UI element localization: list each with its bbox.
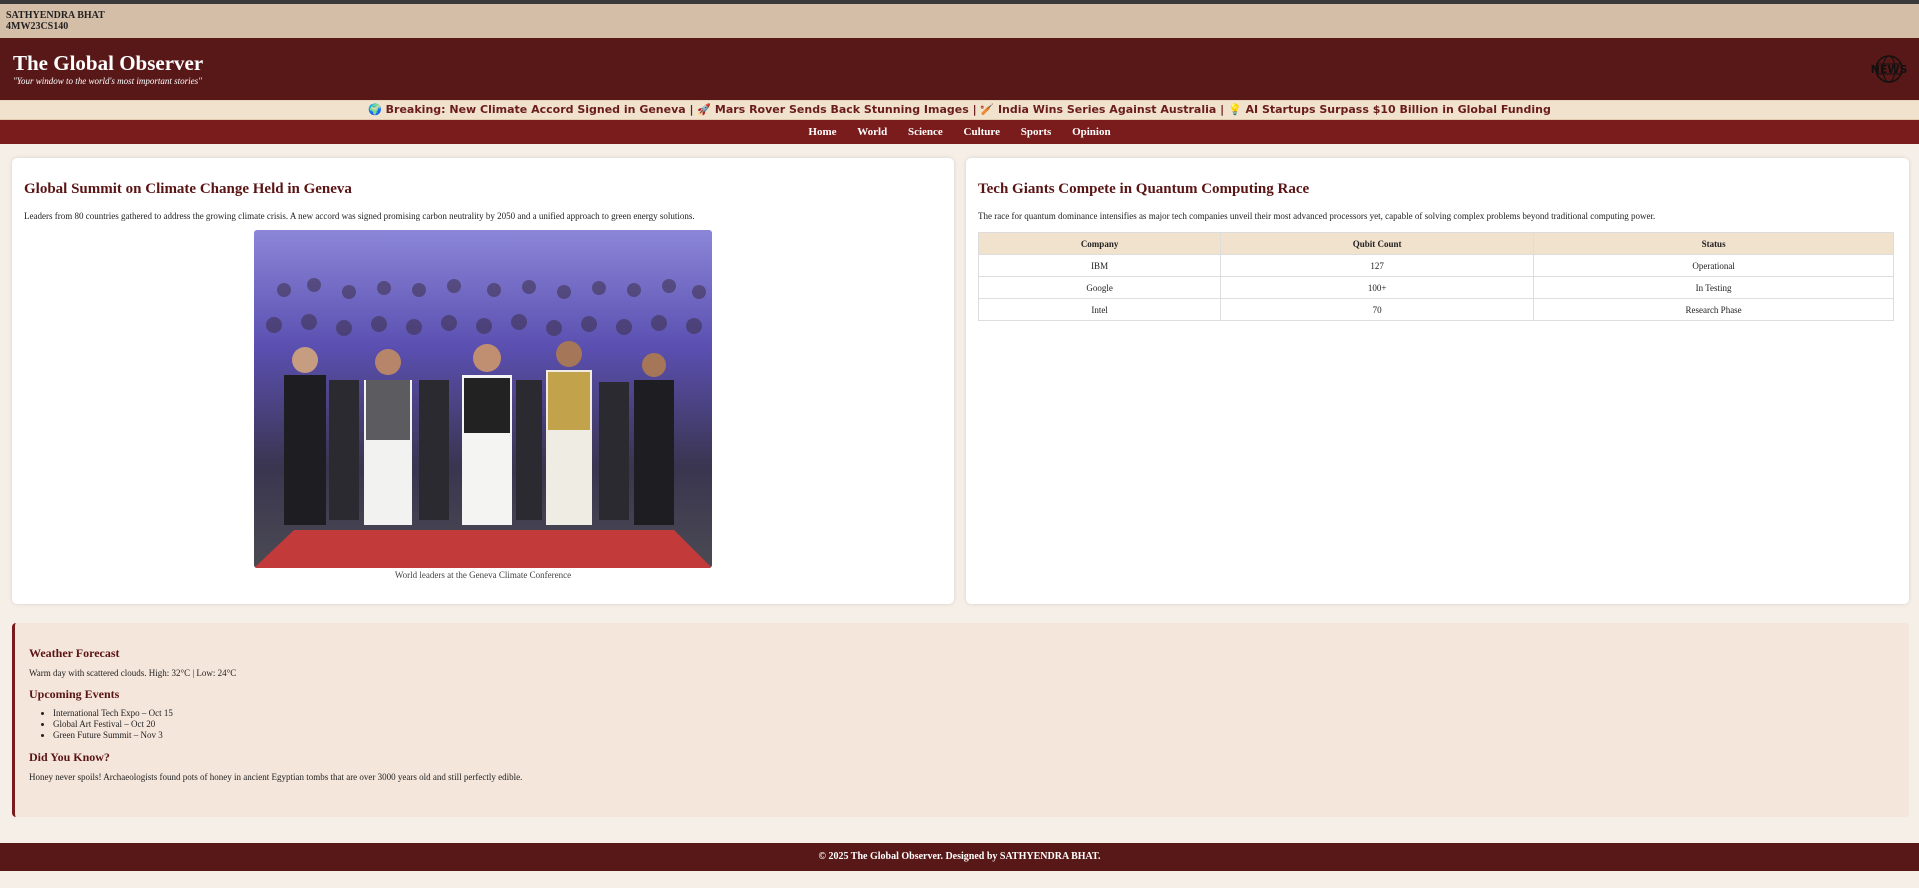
ticker-text: 🌍 Breaking: New Climate Accord Signed in… — [368, 103, 1551, 116]
article-body: The race for quantum dominance intensifi… — [978, 211, 1656, 221]
table-cell: In Testing — [1533, 276, 1894, 299]
photo-caption: World leaders at the Geneva Climate Conf… — [394, 570, 572, 580]
footer: © 2025 The Global Observer. Designed by … — [0, 843, 1919, 871]
list-item: International Tech Expo – Oct 15 — [53, 708, 1909, 719]
table-cell: IBM — [977, 254, 1222, 277]
list-item: Green Future Summit – Nov 3 — [53, 730, 1909, 741]
nav-world[interactable]: World — [857, 126, 887, 138]
table-cell: 70 — [1220, 298, 1535, 321]
articles-row: Global Summit on Climate Change Held in … — [12, 158, 1909, 604]
nav-opinion[interactable]: Opinion — [1072, 126, 1111, 138]
student-header: SATHYENDRA BHAT 4MW23CS140 — [0, 4, 1919, 38]
table-cell: 127 — [1220, 254, 1535, 277]
masthead: The Global Observer "Your window to the … — [0, 38, 1919, 100]
footer-text: © 2025 The Global Observer. Designed by … — [818, 851, 1101, 862]
table-cell: Operational — [1533, 254, 1894, 277]
weather-heading: Weather Forecast — [29, 646, 120, 660]
nav-home[interactable]: Home — [808, 126, 836, 138]
qubit-table: Company Qubit Count Status IBM 127 Opera… — [977, 232, 1894, 321]
student-name: SATHYENDRA BHAT — [6, 10, 105, 21]
column-header: Company — [977, 232, 1222, 255]
main-nav: Home World Science Culture Sports Opinio… — [0, 120, 1919, 144]
table-cell: Intel — [977, 298, 1222, 321]
table-header-row: Company Qubit Count Status — [977, 232, 1894, 255]
info-section: Weather Forecast Warm day with scattered… — [12, 623, 1909, 817]
nav-science[interactable]: Science — [908, 126, 943, 138]
events-list: International Tech Expo – Oct 15 Global … — [29, 708, 1909, 741]
nav-culture[interactable]: Culture — [964, 126, 1000, 138]
student-id: 4MW23CS140 — [6, 21, 69, 32]
weather-text: Warm day with scattered clouds. High: 32… — [29, 668, 237, 678]
news-logo-text: NEWS — [1871, 63, 1908, 76]
table-row: Google 100+ In Testing — [977, 276, 1894, 299]
site-tagline: "Your window to the world's most importa… — [13, 76, 202, 86]
article-headline: Global Summit on Climate Change Held in … — [24, 181, 352, 197]
nav-sports[interactable]: Sports — [1021, 126, 1052, 138]
list-item: Global Art Festival – Oct 20 — [53, 719, 1909, 730]
fact-heading: Did You Know? — [29, 750, 110, 764]
site-title[interactable]: The Global Observer — [13, 52, 1919, 74]
article-headline: Tech Giants Compete in Quantum Computing… — [978, 181, 1310, 197]
article-climate: Global Summit on Climate Change Held in … — [12, 158, 954, 604]
table-cell: Google — [977, 276, 1222, 299]
conference-photo — [254, 230, 712, 568]
column-header: Status — [1533, 232, 1894, 255]
table-cell: 100+ — [1220, 276, 1535, 299]
fact-text: Honey never spoils! Archaeologists found… — [29, 772, 523, 782]
news-globe-icon: NEWS — [1871, 55, 1908, 83]
article-body: Leaders from 80 countries gathered to ad… — [24, 211, 695, 221]
breaking-ticker: 🌍 Breaking: New Climate Accord Signed in… — [0, 100, 1919, 120]
table-cell: Research Phase — [1533, 298, 1894, 321]
table-row: Intel 70 Research Phase — [977, 298, 1894, 321]
events-heading: Upcoming Events — [29, 687, 120, 701]
column-header: Qubit Count — [1220, 232, 1535, 255]
article-quantum: Tech Giants Compete in Quantum Computing… — [966, 158, 1909, 604]
table-row: IBM 127 Operational — [977, 254, 1894, 277]
